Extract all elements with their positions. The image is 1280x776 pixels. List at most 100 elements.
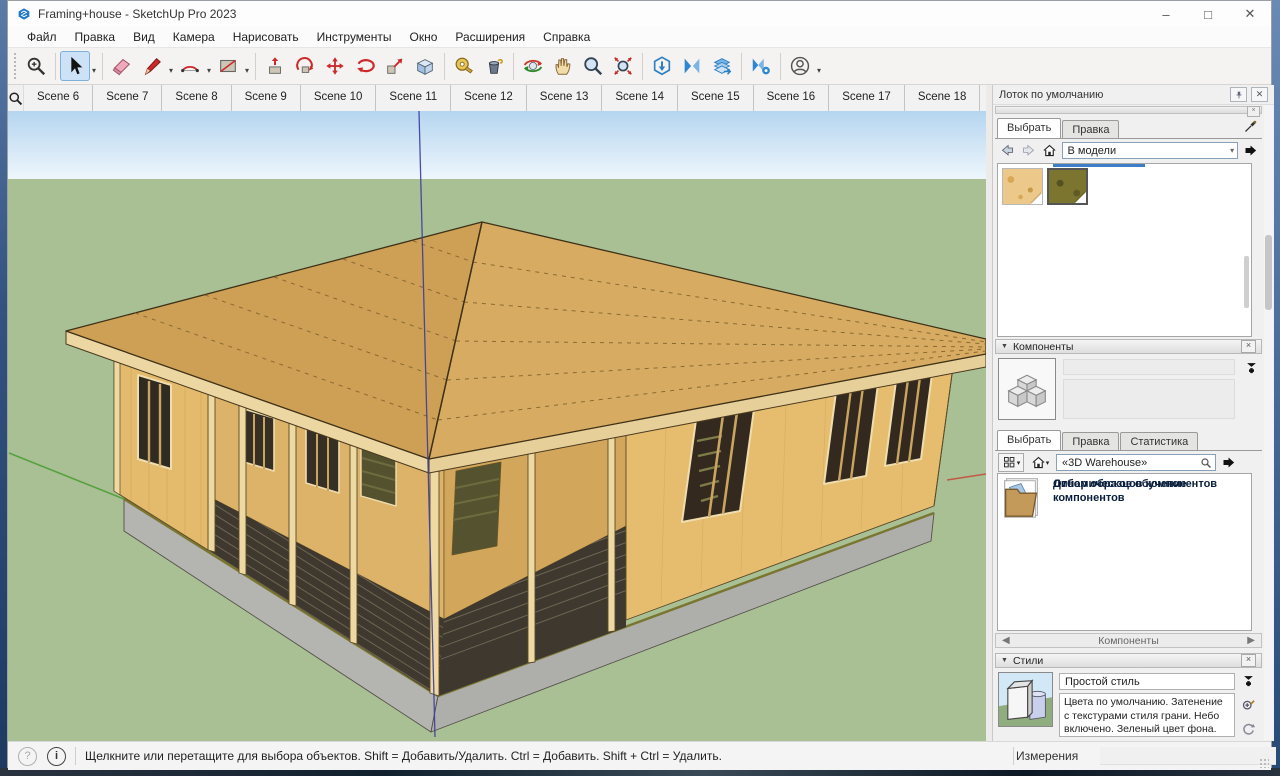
line-dropdown-caret[interactable]: ▾ — [167, 66, 175, 75]
move-tool-button[interactable] — [320, 51, 350, 81]
rotate-tool-button[interactable] — [350, 51, 380, 81]
pan-tool-button[interactable] — [548, 51, 578, 81]
maximize-button[interactable]: □ — [1187, 1, 1229, 27]
select-tool-button[interactable] — [60, 51, 90, 81]
pane-select-icon[interactable] — [1241, 673, 1256, 688]
tray-close-button[interactable]: ✕ — [1251, 87, 1268, 102]
menu-item[interactable]: Вид — [124, 28, 164, 46]
paint-bucket-tool-button[interactable] — [479, 51, 509, 81]
make-component-tool-button[interactable] — [410, 51, 440, 81]
line-tool-button[interactable] — [137, 51, 167, 81]
components-tab-edit[interactable]: Правка — [1062, 432, 1119, 450]
resize-grip[interactable] — [1259, 758, 1269, 768]
footer-back-icon[interactable]: ◀ — [1002, 635, 1010, 646]
toolbar-drag-handle[interactable] — [13, 52, 18, 80]
menu-item[interactable]: Правка — [66, 28, 125, 46]
component-list-item[interactable]: Отбор образцов компонентов — [998, 474, 1253, 520]
menu-item[interactable]: Нарисовать — [224, 28, 308, 46]
account-tool-button[interactable] — [785, 51, 815, 81]
materials-tab-edit[interactable]: Правка — [1062, 120, 1119, 138]
in-model-button[interactable] — [1041, 142, 1059, 159]
scene-tab[interactable]: Scene 10 — [301, 85, 377, 111]
tape-measure-tool-button[interactable] — [449, 51, 479, 81]
scene-tab[interactable]: Scene 11 — [376, 85, 451, 111]
style-name-field[interactable]: Простой стиль — [1059, 673, 1235, 690]
menu-item[interactable]: Файл — [18, 28, 66, 46]
scene-search-button[interactable] — [8, 85, 24, 111]
scene-tab[interactable]: Scene 9 — [232, 85, 301, 111]
view-options-button[interactable]: ▾ — [998, 453, 1024, 472]
zoom-tool-button[interactable] — [578, 51, 608, 81]
sample-paint-button[interactable] — [1241, 118, 1259, 135]
push-pull-tool-button[interactable] — [260, 51, 290, 81]
menu-item[interactable]: Окно — [400, 28, 446, 46]
component-name-field[interactable] — [1063, 359, 1235, 375]
solid-tools-tool-button[interactable] — [707, 51, 737, 81]
components-close-icon[interactable]: × — [1241, 340, 1256, 353]
arc-tool-button[interactable] — [175, 51, 205, 81]
help-status-icon[interactable]: ? — [18, 747, 37, 766]
zoom-extents-tool-button[interactable] — [608, 51, 638, 81]
extension-manager-tool-button[interactable] — [746, 51, 776, 81]
rectangle-dropdown-caret[interactable]: ▾ — [243, 66, 251, 75]
footer-forward-icon[interactable]: ▶ — [1247, 635, 1255, 646]
select-dropdown-caret[interactable]: ▾ — [90, 66, 98, 75]
follow-me-tool-button[interactable] — [290, 51, 320, 81]
menu-item[interactable]: Инструменты — [308, 28, 401, 46]
arc-dropdown-caret[interactable]: ▾ — [205, 66, 213, 75]
components-list[interactable]: Динамическое обучение компонентов Отбор … — [997, 473, 1252, 631]
component-description-field[interactable] — [1063, 379, 1235, 419]
materials-collection-dropdown[interactable]: В модели ▾ — [1062, 142, 1239, 159]
measurements-input[interactable] — [1100, 747, 1276, 765]
create-style-icon[interactable] — [1241, 697, 1256, 712]
tray-scrollbar[interactable] — [1264, 105, 1273, 740]
materials-tab-select[interactable]: Выбрать — [997, 118, 1061, 138]
components-search-box[interactable]: «3D Warehouse» — [1056, 454, 1216, 471]
materials-close-icon[interactable]: × — [1247, 106, 1260, 117]
menu-item[interactable]: Справка — [534, 28, 599, 46]
scene-tab[interactable]: Scene 17 — [829, 85, 905, 111]
components-tab-stats[interactable]: Статистика — [1120, 432, 1198, 450]
flip-tool-button[interactable] — [677, 51, 707, 81]
materials-section-header[interactable] — [995, 106, 1262, 114]
menu-item[interactable]: Расширения — [446, 28, 534, 46]
eraser-tool-button[interactable] — [107, 51, 137, 81]
zoom-window-tool-button[interactable] — [21, 51, 51, 81]
scene-tab[interactable]: Scene 18 — [905, 85, 981, 111]
material-swatch-light-wood[interactable] — [1002, 168, 1043, 205]
scene-tab[interactable]: Scene 15 — [678, 85, 754, 111]
scene-tab[interactable]: Scene 6 — [24, 85, 93, 111]
account-dropdown-caret[interactable]: ▾ — [815, 66, 823, 75]
styles-close-icon[interactable]: × — [1241, 654, 1256, 667]
components-secondary-pane-button[interactable] — [1219, 454, 1237, 471]
scene-tab[interactable]: Scene 7 — [93, 85, 162, 111]
orbit-tool-button[interactable] — [518, 51, 548, 81]
refresh-icon[interactable] — [1241, 721, 1256, 736]
materials-secondary-pane-button[interactable] — [1241, 142, 1259, 159]
components-section-header[interactable]: ▼ Компоненты × — [995, 339, 1262, 354]
scene-tab[interactable]: Scene 16 — [754, 85, 830, 111]
scene-tab[interactable]: Scene 8 — [162, 85, 231, 111]
get-models-tool-button[interactable] — [647, 51, 677, 81]
minimize-button[interactable]: – — [1145, 1, 1187, 27]
scale-tool-button[interactable] — [380, 51, 410, 81]
window-left-wall[interactable] — [138, 375, 171, 469]
components-tab-select[interactable]: Выбрать — [997, 430, 1061, 450]
viewport-canvas[interactable] — [8, 111, 986, 741]
material-swatch-dark-wood[interactable] — [1047, 168, 1088, 205]
components-home-button[interactable]: ▾ — [1027, 454, 1053, 471]
styles-section-header[interactable]: ▼ Стили × — [995, 653, 1262, 668]
back-button[interactable] — [999, 142, 1017, 159]
scene-tab[interactable]: Scene 13 — [527, 85, 603, 111]
scene-tab[interactable]: Scene 12 — [451, 85, 527, 111]
tray-scrollbar-thumb[interactable] — [1265, 235, 1272, 310]
forward-button[interactable] — [1020, 142, 1038, 159]
menu-item[interactable]: Камера — [164, 28, 224, 46]
materials-scrollbar[interactable] — [1244, 256, 1249, 308]
sky[interactable] — [8, 111, 986, 179]
credits-status-icon[interactable]: i — [47, 747, 66, 766]
components-display-pane-button[interactable] — [1242, 359, 1260, 376]
tray-pin-button[interactable] — [1230, 87, 1247, 102]
materials-list[interactable] — [997, 163, 1252, 337]
close-button[interactable]: ✕ — [1229, 1, 1271, 27]
